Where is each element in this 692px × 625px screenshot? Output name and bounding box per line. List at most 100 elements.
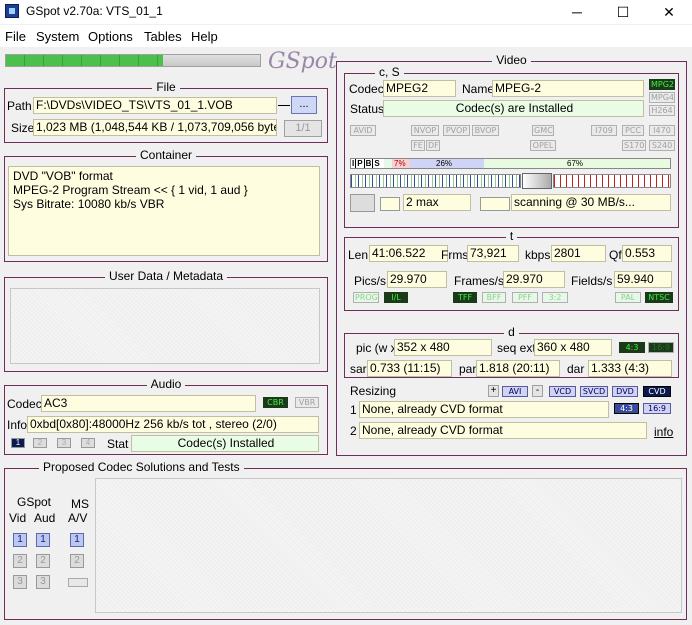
pic-field: 352 x 480 [394, 339, 492, 356]
audio-stream-1[interactable]: 1 [11, 438, 25, 448]
menu-file[interactable]: File [5, 29, 26, 44]
len-label: Len [348, 248, 369, 262]
vid-solution-2[interactable]: 2 [13, 554, 27, 568]
resize-16-9-button[interactable]: 16:9 [643, 403, 671, 414]
ntsc-indicator: NTSC [645, 292, 673, 303]
container-line: MPEG-2 Program Stream << { 1 vid, 1 aud … [13, 183, 248, 197]
audio-info-field: 0xbd[0x80]:48000Hz 256 kb/s tot , stereo… [27, 416, 319, 433]
path-label: Path [7, 99, 32, 113]
mpg4-tag: MPG4 [649, 92, 675, 103]
b-frame-pct: 67% [567, 159, 584, 168]
cbr-indicator: CBR [263, 397, 288, 408]
userdata-box [10, 288, 320, 364]
stream-graph-icon[interactable] [350, 194, 375, 212]
aspect-16-9-indicator: 16:9 [648, 342, 674, 353]
container-group-title: Container [135, 148, 197, 162]
ms-solution-3[interactable] [68, 578, 88, 587]
menu-tables[interactable]: Tables [144, 29, 182, 44]
scan-progress-bar [5, 54, 261, 67]
aud-solution-2[interactable]: 2 [36, 554, 50, 568]
avi-button[interactable]: AVI [502, 386, 528, 397]
size-label: Size [11, 121, 35, 135]
page-indicator[interactable]: 1/1 [284, 120, 322, 137]
menu-system[interactable]: System [36, 29, 79, 44]
gop-arrow-icon [522, 173, 552, 189]
frms-field: 73,921 [467, 245, 519, 262]
bff-indicator: BFF [482, 292, 506, 303]
resizing-label: Resizing [350, 384, 397, 398]
gspot-column-label: GSpot [17, 495, 52, 509]
dvd-button[interactable]: DVD [612, 386, 638, 397]
s170-flag: S170 [622, 140, 646, 151]
minimize-button[interactable]: ─ [554, 0, 600, 24]
audio-stream-2[interactable]: 2 [33, 438, 47, 448]
audio-stat-label: Stat [107, 437, 129, 451]
aspect-4-3-indicator: 4:3 [619, 342, 645, 353]
dar-label: dar [567, 362, 585, 376]
len-field: 41:06.522 [369, 245, 448, 262]
resize-4-3-button[interactable]: 4:3 [614, 403, 639, 414]
progress-fill [6, 55, 164, 66]
close-button[interactable]: ✕ [646, 0, 692, 24]
par-label: par [459, 362, 477, 376]
pvop-flag: PVOP [443, 125, 470, 136]
qf-field: 0.553 [622, 245, 672, 262]
size-field: 1,023 MB (1,048,544 KB / 1,073,709,056 b… [33, 119, 277, 136]
i709-flag: I709 [591, 125, 617, 136]
audio-group-title: Audio [146, 377, 186, 391]
ms-solution-1[interactable]: 1 [70, 533, 84, 547]
resize-row2-number: 2 [350, 424, 357, 438]
video-status-label: Status [350, 102, 385, 116]
video-name-field: MPEG-2 [492, 80, 644, 97]
aud-column-label: Aud [34, 511, 56, 525]
container-line: Sys Bitrate: 10080 kb/s VBR [13, 197, 165, 211]
interlace-indicator: I/L [384, 292, 408, 303]
container-line: DVD "VOB" format [13, 169, 113, 183]
nvop-flag: NVOP [411, 125, 439, 136]
seq-ext-field: 360 x 480 [534, 339, 612, 356]
s240-flag: S240 [649, 140, 675, 151]
seq-ext-label: seq ext [497, 341, 536, 355]
vbr-indicator: VBR [295, 397, 319, 408]
menu-options[interactable]: Options [88, 29, 133, 44]
vid-solution-1[interactable]: 1 [13, 533, 27, 547]
cvd-button[interactable]: CVD [643, 386, 671, 397]
proposed-solutions-box [95, 478, 682, 613]
pic-label: pic (w x [356, 341, 397, 355]
menu-help[interactable]: Help [191, 29, 218, 44]
aud-solution-3[interactable]: 3 [36, 575, 50, 589]
svcd-button[interactable]: SVCD [580, 386, 608, 397]
opel-flag: OPEL [530, 140, 556, 151]
pff-indicator: PFF [512, 292, 538, 303]
resize-minus-button[interactable]: - [532, 385, 543, 397]
path-field[interactable]: F:\DVDs\VIDEO_TS\VTS_01_1.VOB [33, 97, 277, 114]
resize-row1-field: None, already CVD format [359, 401, 609, 418]
fields-field: 59.940 [614, 271, 672, 288]
fields-label: Fields/s [571, 274, 613, 288]
browse-button[interactable]: ... [291, 96, 317, 114]
scan-status-field: scanning @ 30 MB/s... [511, 194, 671, 211]
resize-row1-number: 1 [350, 403, 357, 417]
video-name-label: Name [462, 82, 495, 96]
video-codec-label: Codec [349, 82, 384, 96]
vcd-button[interactable]: VCD [549, 386, 576, 397]
par-field: 1.818 (20:11) [476, 360, 560, 377]
aud-solution-1[interactable]: 1 [36, 533, 50, 547]
maximize-button[interactable]: ☐ [600, 0, 646, 24]
info-link[interactable]: info [654, 425, 673, 439]
video-status-field: Codec(s) are Installed [383, 100, 644, 117]
vid-solution-3[interactable]: 3 [13, 575, 27, 589]
ms-solution-2[interactable]: 2 [70, 554, 84, 568]
audio-stream-3[interactable]: 3 [57, 438, 71, 448]
mpg2-tag: MPG2 [649, 79, 675, 90]
audio-codec-field: AC3 [41, 395, 256, 412]
avid-flag: AVID [350, 125, 376, 136]
resize-plus-button[interactable]: + [488, 385, 499, 397]
vid-column-label: Vid [9, 511, 27, 525]
gop-structure-right [553, 174, 671, 188]
ms-column-label: MS [71, 497, 89, 511]
userdata-group-title: User Data / Metadata [104, 269, 228, 283]
audio-stream-4[interactable]: 4 [81, 438, 95, 448]
pal-indicator: PAL [615, 292, 641, 303]
proposed-group-title: Proposed Codec Solutions and Tests [39, 460, 244, 474]
